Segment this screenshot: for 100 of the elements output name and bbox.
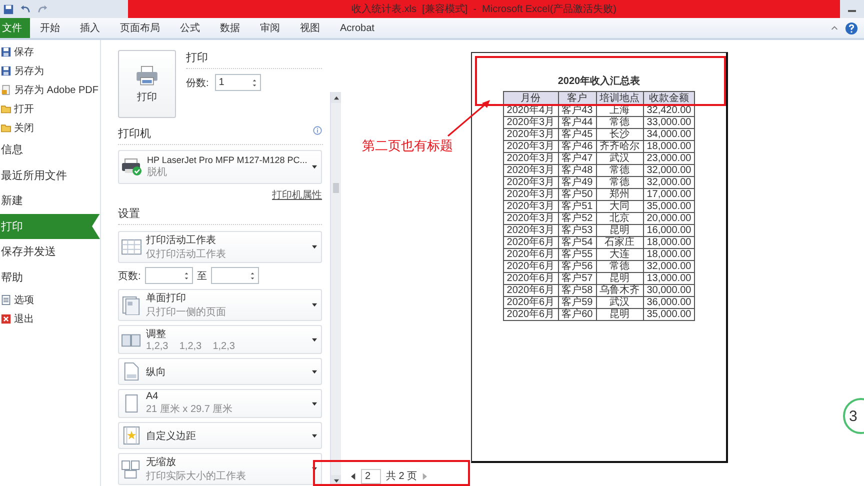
page-from-field[interactable]	[144, 267, 193, 284]
setting-dropdown[interactable]: 纵向	[118, 358, 322, 385]
setting-dropdown[interactable]: 自定义边距	[118, 422, 322, 449]
spinner-arrows-icon[interactable]	[252, 78, 257, 88]
table-cell: 武汉	[596, 296, 644, 308]
setting-dropdown[interactable]: 调整 1,2,3 1,2,3 1,2,3	[118, 325, 322, 354]
ribbon-tab[interactable]: 数据	[210, 18, 250, 38]
setting-dropdown[interactable]: 单面打印 只打印一侧的页面	[118, 289, 322, 321]
table-cell: 客户46	[558, 140, 596, 152]
table-cell: 武汉	[596, 152, 644, 164]
pages-label: 页数:	[118, 270, 141, 282]
menu-item[interactable]: 退出	[0, 309, 100, 328]
menu-item[interactable]: 帮助	[0, 264, 100, 290]
table-cell: 20,000.00	[643, 212, 695, 224]
table-cell: 18,000.00	[643, 140, 695, 152]
menu-item[interactable]: 保存	[0, 42, 100, 61]
table-cell: 客户59	[558, 296, 596, 308]
scroll-up-icon[interactable]	[334, 96, 338, 100]
copies-spinner[interactable]: 1	[214, 74, 261, 91]
spinner-arrows-icon[interactable]	[184, 270, 189, 280]
table-cell: 32,420.00	[643, 104, 695, 116]
menu-item[interactable]: 另存为 Adobe PDF	[0, 80, 100, 99]
table-cell: 34,000.00	[643, 128, 695, 140]
menu-item[interactable]: 保存并发送	[0, 239, 100, 264]
menu-item[interactable]: 关闭	[0, 118, 100, 137]
setting-dropdown[interactable]: A4 21 厘米 x 29.7 厘米	[118, 389, 322, 418]
table-cell: 大同	[596, 200, 644, 212]
menu-item[interactable]: 新建	[0, 188, 100, 214]
table-cell: 17,000.00	[643, 188, 695, 200]
scroll-thumb[interactable]	[333, 183, 339, 193]
table-cell: 2020年3月	[503, 188, 558, 200]
table-cell: 35,000.00	[643, 308, 695, 320]
caret-icon	[312, 165, 317, 169]
menu-item[interactable]: 打开	[0, 99, 100, 118]
table-cell: 2020年3月	[503, 212, 558, 224]
ribbon-tab[interactable]: 文件	[0, 18, 30, 38]
table-cell: 2020年6月	[503, 296, 558, 308]
menu-item[interactable]: 打印	[0, 214, 100, 239]
table-cell: 32,000.00	[643, 164, 695, 176]
table-cell: 23,000.00	[643, 152, 695, 164]
table-cell: 常德	[596, 164, 644, 176]
table-cell: 2020年3月	[503, 140, 558, 152]
table-icon	[121, 238, 142, 256]
print-button[interactable]: 打印	[118, 50, 176, 118]
section-heading: 打印机	[118, 126, 323, 145]
ribbon-tab[interactable]: 插入	[70, 18, 110, 38]
table-cell: 客户44	[558, 116, 596, 128]
menu-item[interactable]: 最近所用文件	[0, 162, 100, 188]
table-cell: 2020年6月	[503, 236, 558, 248]
page-to-field[interactable]	[210, 267, 259, 284]
table-cell: 昆明	[596, 272, 644, 284]
table-cell: 大连	[596, 248, 644, 260]
undo-icon[interactable]	[20, 4, 31, 14]
annotation-text: 第二页也有标题	[362, 137, 453, 155]
scroll-down-icon[interactable]	[334, 478, 338, 482]
help-icon[interactable]	[845, 22, 858, 34]
copies-label: 份数:	[186, 76, 209, 90]
info-icon[interactable]	[313, 126, 322, 135]
printer-dropdown[interactable]: HP LaserJet Pro MFP M127-M128 PC... 脱机	[118, 150, 322, 184]
ribbon-tab[interactable]: 审阅	[250, 18, 290, 38]
column-header: 客户	[558, 92, 596, 104]
save-icon[interactable]	[3, 4, 14, 14]
callout-arrow	[446, 98, 492, 138]
setting-dropdown[interactable]: 无缩放 打印实际大小的工作表	[118, 453, 322, 485]
table-cell: 32,000.00	[643, 260, 695, 272]
ribbon-tab[interactable]: Acrobat	[330, 18, 384, 38]
menu-item[interactable]: 另存为	[0, 61, 100, 80]
star-page-icon	[121, 426, 142, 445]
printer-icon	[135, 64, 159, 86]
printer-properties-link[interactable]: 打印机属性	[272, 188, 322, 202]
menu-item[interactable]: 信息	[0, 137, 100, 162]
table-cell: 客户45	[558, 128, 596, 140]
column-header: 收款金额	[643, 92, 695, 104]
ribbon-tab[interactable]: 开始	[30, 18, 70, 38]
counter-badge: 3	[843, 398, 864, 434]
spinner-arrows-icon[interactable]	[250, 270, 255, 280]
table-cell: 客户53	[558, 224, 596, 236]
table-cell: 乌鲁木齐	[596, 284, 644, 296]
table-cell: 齐齐哈尔	[596, 140, 644, 152]
caret-icon[interactable]	[830, 24, 839, 32]
table-cell: 客户49	[558, 176, 596, 188]
caret-icon	[312, 245, 317, 249]
table-cell: 长沙	[596, 128, 644, 140]
setting-dropdown[interactable]: 打印活动工作表 仅打印活动工作表	[118, 231, 322, 263]
table-cell: 13,000.00	[643, 272, 695, 284]
pages-icon	[121, 296, 142, 314]
menu-item[interactable]: 选项	[0, 290, 100, 309]
previous-page-icon[interactable]	[351, 472, 356, 480]
ribbon-tab[interactable]: 页面布局	[110, 18, 170, 38]
window-title: 收入统计表.xls [兼容模式] - Microsoft Excel(产品激活失败)	[351, 2, 616, 16]
page-number-field[interactable]: 2	[361, 468, 381, 484]
table-cell: 客户56	[558, 260, 596, 272]
table-cell: 客户55	[558, 248, 596, 260]
to-label: 至	[196, 270, 207, 282]
scrollbar[interactable]	[330, 92, 341, 486]
ribbon-tab[interactable]: 视图	[290, 18, 330, 38]
sheet-title: 2020年收入汇总表	[558, 75, 640, 89]
ribbon-tab[interactable]: 公式	[170, 18, 210, 38]
table-cell: 30,000.00	[643, 284, 695, 296]
caret-icon	[312, 467, 317, 471]
